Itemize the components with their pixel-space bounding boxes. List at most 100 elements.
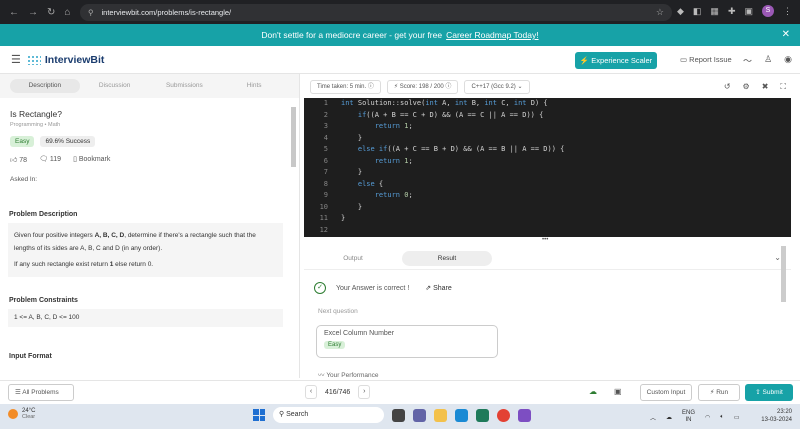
cloud-icon[interactable]: ☁ [666,414,672,421]
activity-icon[interactable]: 〜 [743,54,752,67]
bookmark-star-icon[interactable]: ☆ [656,7,664,18]
upload-icon: ⇪ [755,389,763,396]
windows-start-icon[interactable] [253,409,265,421]
tab-hints[interactable]: Hints [219,79,289,93]
extension-icon[interactable]: ◆ [677,6,684,17]
settings-icon[interactable]: ⚙ [743,82,750,92]
like-button[interactable]: 👍︎ 78 [10,155,27,164]
submit-button[interactable]: ⇪ Submit [745,384,793,401]
puzzle-icon[interactable]: ✚ [728,6,736,17]
chevron-down-icon[interactable]: ⌄ [774,253,781,262]
taskbar-search[interactable]: ⚲ Search [273,407,384,423]
wifi-icon[interactable]: ◠ [705,414,710,421]
teams-icon[interactable] [413,408,426,422]
promo-banner: Don't settle for a mediocre career - get… [0,24,800,46]
problem-title: Is Rectangle? [10,109,62,119]
comments-button[interactable]: 🗨︎ 119 [39,155,61,164]
prev-problem-button[interactable]: ‹ [305,385,317,399]
language-select[interactable]: C++17 (Gcc 9.2) ⌄ [464,80,530,94]
experience-scaler-button[interactable]: ⚡ Experience Scaler [575,52,657,69]
user-icon[interactable]: ♙ [764,54,772,67]
bookmark-button[interactable]: ▯ Bookmark [73,155,110,164]
back-icon[interactable]: ← [9,7,19,18]
theme-icon[interactable]: ✖ [762,82,769,92]
logo-icon [26,54,41,65]
battery-icon[interactable]: ▭ [734,414,740,421]
description-box: Given four positive integers A, B, C, D,… [8,223,283,277]
volume-icon[interactable]: 🔈︎ [720,414,724,421]
next-question-label: Next question [318,308,358,315]
info-icon[interactable]: ⓘ [368,84,374,90]
taskview-icon[interactable] [392,408,405,422]
site-info-icon[interactable]: ⚲ [88,8,94,17]
output-tabs: Output Result ⌄ [304,247,791,270]
home-icon[interactable]: ⌂ [64,7,70,18]
page-indicator: 416/746 [325,388,351,396]
tab-submissions[interactable]: Submissions [150,79,220,93]
extension-icon[interactable]: ◧ [693,6,702,17]
chrome-icon[interactable] [497,408,510,422]
share-button[interactable]: ⇗ Share [425,284,452,292]
hamburger-icon[interactable]: ☰ [11,53,21,66]
time-taken: Time taken: 5 min. ⓘ [310,80,381,94]
run-button[interactable]: ⚡︎ Run [698,384,740,401]
scrollbar[interactable] [291,107,296,167]
sun-icon [8,409,18,419]
clock[interactable]: 23:20 13-03-2024 [761,408,792,424]
code-editor[interactable]: 1 int Solution::solve(int A, int B, int C… [304,98,791,237]
extension-icon[interactable]: ▦ [710,6,719,17]
chevron-up-icon[interactable]: ︿ [650,413,656,422]
reload-icon[interactable]: ↻ [47,7,55,18]
site-header: ☰ InterviewBit ⚡ Experience Scaler ▭ Rep… [0,46,800,74]
brand-name: InterviewBit [44,53,105,66]
info-icon[interactable]: ⓘ [445,84,451,90]
taskbar: 24°C Clear ⚲ Search ︿ ☁ ENG IN ◠ 🔈︎ ▭ 23:2… [0,404,800,429]
asked-in-label: Asked In: [10,176,38,183]
browser-chrome: ← → ↻ ⌂ ⚲ interviewbit.com/problems/is-r… [0,0,800,24]
next-problem-button[interactable]: › [358,385,371,399]
report-icon: ▭ [680,55,690,64]
next-question-card[interactable]: Excel Column Number Easy [316,325,498,358]
extension-logo-icon[interactable]: ◉ [784,54,792,67]
result-message: ✓ Your Answer is correct ! ⇗ Share [314,282,452,294]
reset-icon[interactable]: ↺ [724,82,731,92]
resize-handle[interactable]: ••• [542,237,548,243]
roadmap-link[interactable]: Career Roadmap Today! [446,30,538,40]
sidebar-icon[interactable]: ▣ [744,6,753,17]
score: ⚡︎ Score: 198 / 200 ⓘ [386,80,459,94]
menu-icon[interactable]: ⋮ [783,6,792,17]
file-explorer-icon[interactable] [434,408,447,422]
weather-widget[interactable]: 24°C Clear [8,408,35,420]
custom-input-button[interactable]: Custom Input [640,384,692,401]
profile-avatar[interactable]: S [762,5,774,17]
share-icon: ⇗ [425,285,434,292]
check-circle-icon: ✓ [314,282,326,294]
fullscreen-icon[interactable]: ⛶ [780,82,786,92]
constraints-box: 1 <= A, B, C, D <= 100 [8,309,283,327]
tab-result[interactable]: Result [402,250,492,266]
close-icon[interactable]: ✕ [782,24,790,46]
next-question-title: Excel Column Number [324,330,395,337]
editor-panel: Time taken: 5 min. ⓘ ⚡︎ Score: 198 / 200… [304,74,800,379]
address-bar[interactable]: ⚲ interviewbit.com/problems/is-rectangle… [80,4,672,21]
scrollbar[interactable] [781,246,786,302]
edge-icon[interactable] [455,408,468,422]
logo[interactable]: InterviewBit [26,53,105,66]
chevron-down-icon: ⌄ [517,84,523,90]
input-format-heading: Input Format [9,353,52,360]
url-text: interviewbit.com/problems/is-rectangle/ [101,8,232,17]
tab-output[interactable]: Output [308,255,398,262]
thumbs-up-icon: 👍︎ [10,157,20,164]
cloud-save-icon[interactable]: ☁ [589,387,597,396]
forward-icon[interactable]: → [28,7,38,18]
tab-discussion[interactable]: Discussion [80,79,150,93]
difficulty-badge: Easy [10,136,35,147]
language-indicator[interactable]: ENG IN [682,410,695,424]
report-issue-button[interactable]: ▭ Report Issue [680,55,732,64]
all-problems-button[interactable]: ☰ All Problems [8,384,74,401]
tab-description[interactable]: Description [10,79,80,93]
success-badge: 69.6% Success [40,136,96,147]
store-icon[interactable] [476,408,489,422]
terminal-icon[interactable]: ▣ [614,387,622,396]
app-icon[interactable] [518,408,531,422]
